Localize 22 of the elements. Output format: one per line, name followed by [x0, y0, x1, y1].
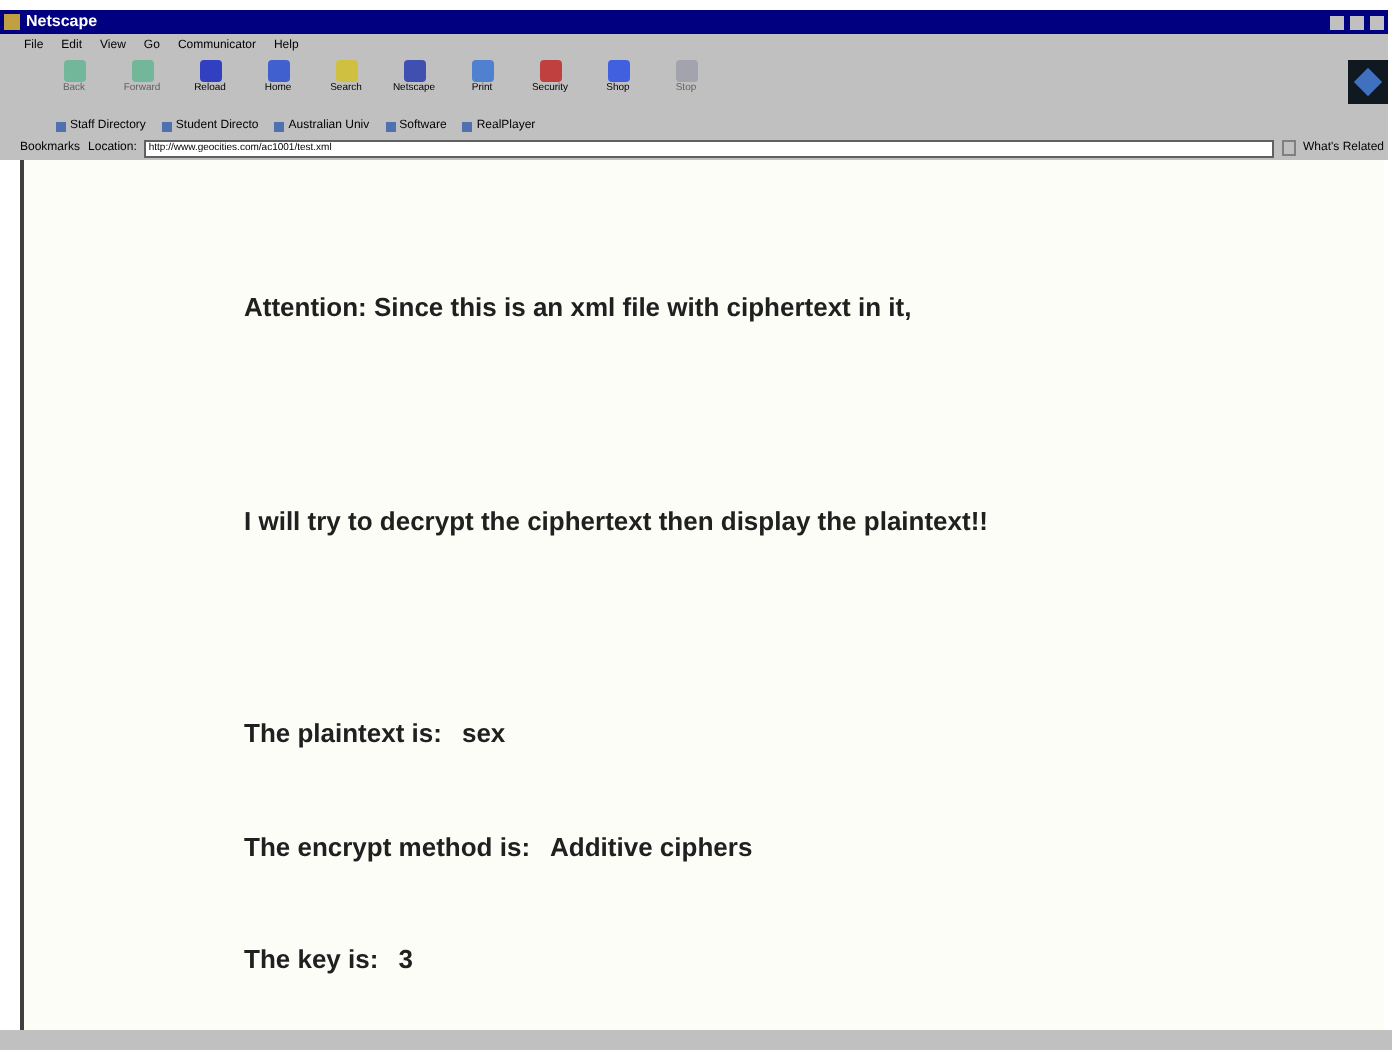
toolbar-icon: [403, 60, 425, 82]
field-value: sex: [461, 716, 506, 752]
message-text: Attention: Since this is an xml file with ciphertext in it,: [244, 290, 914, 326]
toolbar-icon: [539, 60, 561, 82]
field-label: The key is:: [244, 942, 379, 978]
toolbar-icon: [607, 60, 629, 82]
close-button[interactable]: [1370, 15, 1384, 29]
toolbar-icon: [131, 60, 153, 82]
window-title: Netscape: [26, 14, 98, 30]
maximize-button[interactable]: [1350, 15, 1364, 29]
field-label: The encrypt method is:: [244, 829, 531, 866]
toolbar-icon: [199, 60, 221, 82]
field-value: 3: [398, 942, 413, 978]
field-value: Additive ciphers: [550, 829, 753, 866]
toolbar-icon: [267, 60, 289, 82]
toolbar-icon: [63, 60, 85, 82]
app-icon: [4, 14, 20, 30]
toolbar-icon: [675, 60, 697, 82]
minimize-button[interactable]: [1330, 15, 1344, 29]
message-text: I will try to decrypt the ciphertext then display the plaintext!!: [244, 503, 991, 540]
toolbar-icon: [471, 60, 493, 82]
field-label: The plaintext is:: [244, 716, 442, 752]
